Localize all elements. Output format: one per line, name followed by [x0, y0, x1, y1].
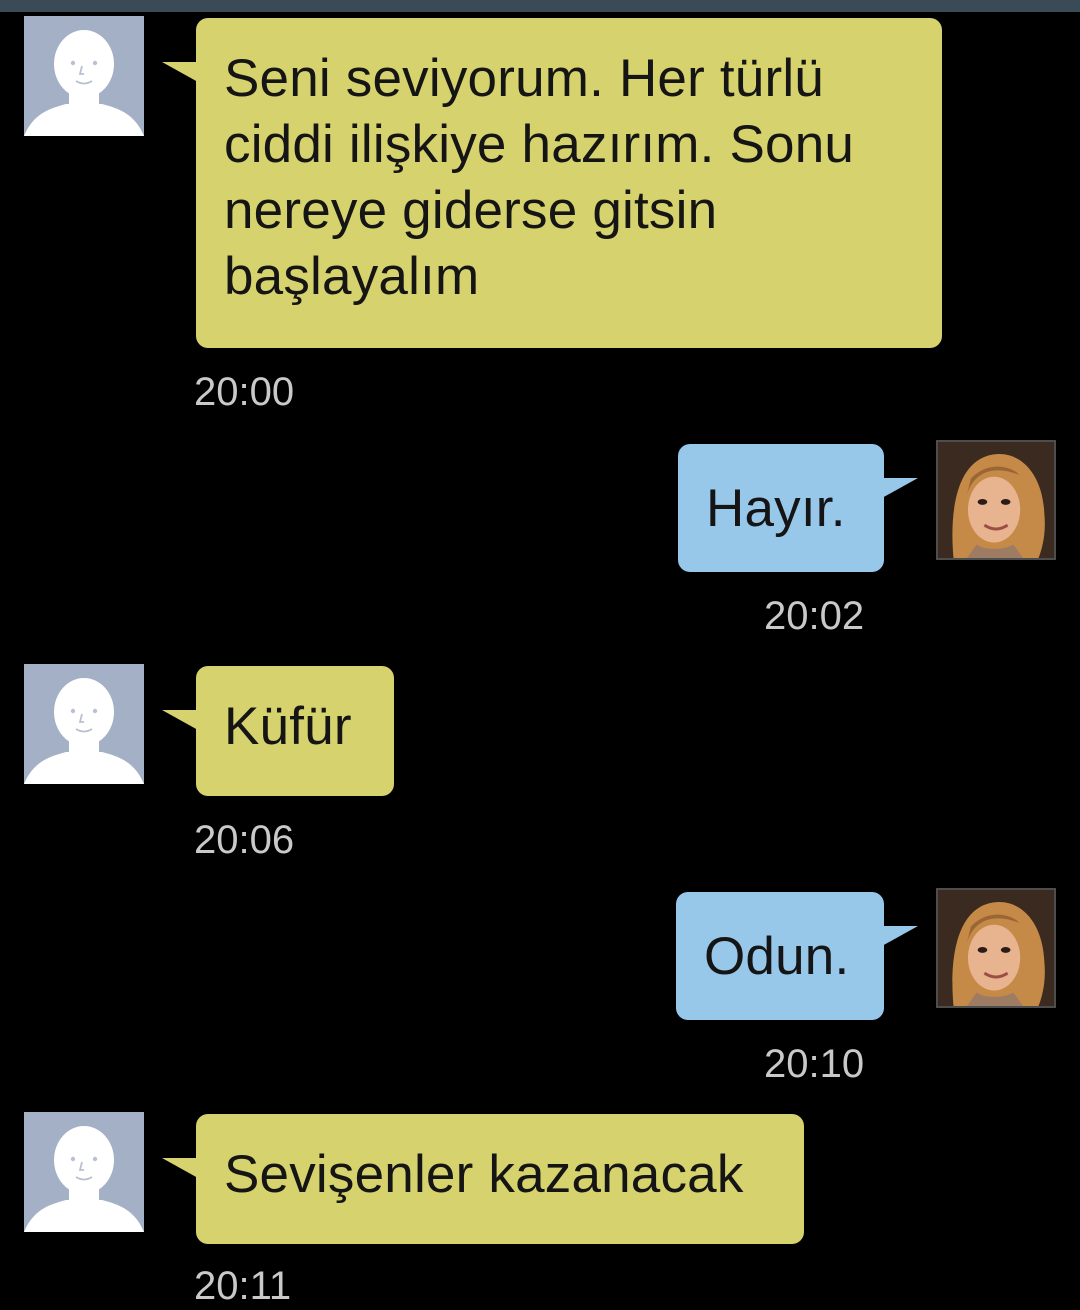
message-text: Sevişenler kazanacak: [224, 1145, 744, 1204]
contact-avatar[interactable]: [24, 1112, 144, 1232]
default-contact-icon: [24, 16, 144, 136]
profile-photo: [938, 442, 1054, 558]
message-timestamp: 20:11: [194, 1264, 292, 1308]
message-timestamp: 20:10: [764, 1042, 865, 1086]
default-contact-icon: [24, 664, 144, 784]
message-text: Hayır.: [706, 479, 846, 538]
message-bubble-outgoing[interactable]: Hayır.: [678, 444, 918, 572]
contact-avatar[interactable]: [24, 664, 144, 784]
user-avatar[interactable]: [936, 888, 1056, 1008]
message-bubble-outgoing[interactable]: Odun.: [676, 892, 918, 1020]
message-timestamp: 20:02: [764, 594, 865, 638]
contact-avatar[interactable]: [24, 16, 144, 136]
user-avatar[interactable]: [936, 440, 1056, 560]
top-strip: [0, 0, 1080, 12]
message-text: Seni seviyorum. Her türlü ciddi ilişkiye…: [224, 49, 855, 306]
message-text: Küfür: [224, 697, 352, 756]
message-timestamp: 20:00: [194, 370, 295, 414]
message-bubble-incoming[interactable]: Seni seviyorum. Her türlü ciddi ilişkiye…: [162, 18, 942, 348]
message-bubble-incoming[interactable]: Küfür: [162, 666, 394, 796]
profile-photo: [938, 890, 1054, 1006]
message-bubble-incoming[interactable]: Sevişenler kazanacak: [162, 1114, 804, 1244]
message-text: Odun.: [704, 927, 850, 986]
default-contact-icon: [24, 1112, 144, 1232]
message-timestamp: 20:06: [194, 818, 295, 862]
